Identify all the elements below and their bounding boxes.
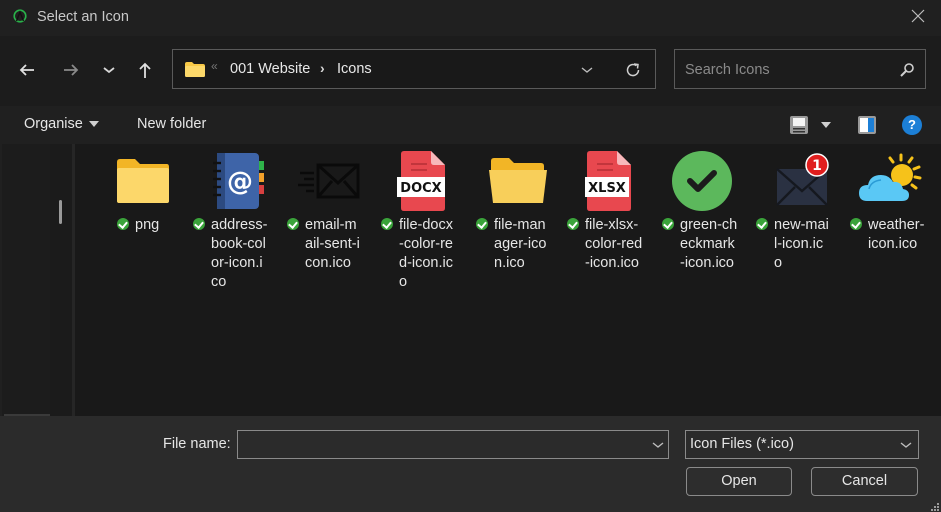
- xlsx-file-icon: XLSX: [585, 151, 631, 211]
- chevron-down-icon: [900, 442, 912, 448]
- navigation-pane-scrollbar[interactable]: [59, 200, 62, 224]
- thumbnail: [472, 150, 564, 212]
- thumbnail: @: [189, 150, 281, 212]
- file-name: weather- icon.ico: [868, 217, 925, 252]
- refresh-icon[interactable]: [623, 60, 643, 80]
- weather-icon: [859, 153, 922, 201]
- thumbnail: [97, 150, 189, 212]
- preview-pane-button[interactable]: [857, 115, 877, 135]
- arrow-left-icon: [19, 64, 34, 76]
- green-checkmark-icon: [672, 151, 732, 211]
- file-name-combobox[interactable]: [237, 430, 669, 460]
- search-input[interactable]: [675, 50, 902, 90]
- file-name: green-ch eckmark -icon.ico: [680, 217, 738, 271]
- arrow-right-icon: [64, 64, 79, 76]
- file-name: file-man ager-ico n.ico: [494, 217, 547, 271]
- caret-down-icon: [89, 121, 99, 127]
- sync-status-icon: [287, 218, 299, 230]
- chevron-down-icon[interactable]: [651, 438, 665, 452]
- title-bar: [0, 0, 941, 36]
- navigation-pane-list: [2, 144, 50, 416]
- view-options-caret-icon[interactable]: [821, 122, 831, 128]
- breadcrumb-001-website[interactable]: 001 Website: [230, 61, 310, 77]
- new-mail-icon: 1: [776, 153, 829, 206]
- thumbnail: DOCX: [377, 150, 469, 212]
- thumbnail: XLSX: [563, 150, 655, 212]
- unread-count-badge: 1: [812, 158, 822, 174]
- help-button[interactable]: ?: [902, 115, 922, 135]
- thumbnail: [283, 150, 375, 212]
- sync-status-icon: [117, 218, 129, 230]
- docx-file-icon: DOCX: [397, 151, 445, 211]
- svg-text:@: @: [227, 167, 253, 197]
- thumbnail: [656, 150, 748, 212]
- address-history-dropdown[interactable]: [579, 62, 595, 78]
- mail-sent-icon: [298, 163, 360, 199]
- sync-status-icon: [476, 218, 488, 230]
- app-icon: [13, 9, 27, 23]
- file-name: address- book-col or-icon.i co: [211, 217, 268, 290]
- file-manager-folder-icon: [489, 158, 547, 203]
- window-title: Select an Icon: [37, 9, 129, 25]
- file-name-input[interactable]: [238, 431, 646, 460]
- address-bar[interactable]: « 001 Website › Icons: [172, 49, 656, 89]
- breadcrumb-overflow[interactable]: «: [211, 59, 218, 73]
- file-name-label: File name:: [163, 436, 231, 452]
- file-name: file-xlsx- color-red -icon.ico: [585, 217, 643, 271]
- new-folder-button[interactable]: New folder: [137, 116, 206, 132]
- folder-icon: [117, 159, 169, 203]
- search-icon[interactable]: [899, 62, 915, 78]
- forward-button[interactable]: [59, 58, 83, 82]
- svg-text:DOCX: DOCX: [400, 181, 441, 196]
- file-name: png: [135, 217, 160, 233]
- breadcrumb-icons[interactable]: Icons: [337, 61, 372, 77]
- sync-status-icon: [567, 218, 579, 230]
- sync-status-icon: [662, 218, 674, 230]
- sync-status-icon: [850, 218, 862, 230]
- thumbnail: [844, 150, 936, 212]
- address-book-icon: @: [213, 153, 264, 209]
- thumbnail: 1: [750, 150, 842, 212]
- svg-text:XLSX: XLSX: [588, 181, 626, 196]
- resize-grip-icon[interactable]: [928, 500, 940, 512]
- file-type-filter-select[interactable]: Icon Files (*.ico): [685, 430, 919, 459]
- search-box[interactable]: [674, 49, 926, 90]
- file-name: file-docx -color-re d-icon.ic o: [399, 217, 453, 290]
- file-name: new-mai l-icon.ic o: [774, 217, 829, 271]
- breadcrumb-separator[interactable]: ›: [320, 60, 325, 76]
- sync-status-icon: [756, 218, 768, 230]
- back-button[interactable]: [15, 58, 39, 82]
- up-button[interactable]: [133, 58, 157, 82]
- close-button[interactable]: [908, 8, 928, 28]
- folder-icon: [185, 62, 205, 77]
- open-button[interactable]: Open: [686, 467, 792, 496]
- file-name: email-m ail-sent-i con.ico: [305, 217, 360, 271]
- change-view-button[interactable]: [789, 115, 809, 135]
- cancel-button[interactable]: Cancel: [811, 467, 918, 496]
- sync-status-icon: [193, 218, 205, 230]
- chevron-down-icon: [103, 67, 115, 74]
- file-type-filter-value: Icon Files (*.ico): [690, 436, 794, 452]
- sync-status-icon: [381, 218, 393, 230]
- organise-menu-button[interactable]: Organise: [24, 116, 83, 132]
- arrow-up-icon: [139, 62, 151, 78]
- recent-locations-button[interactable]: [97, 58, 121, 82]
- close-icon: [911, 9, 925, 23]
